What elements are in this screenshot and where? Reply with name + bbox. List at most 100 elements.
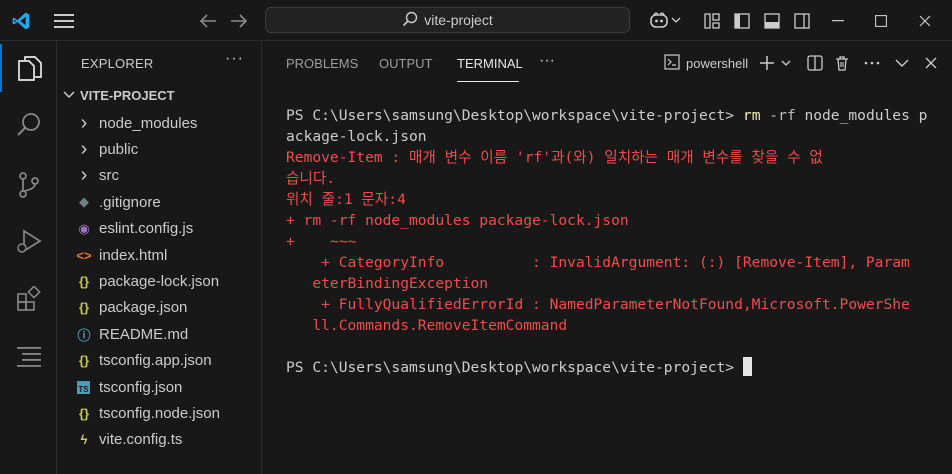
command-name: rm	[742, 107, 761, 124]
tree-item-label: README.md	[99, 325, 189, 343]
bottom-panel: PROBLEMS OUTPUT TERMINAL ··· powershell …	[262, 41, 952, 474]
tree-item-label: tsconfig.node.json	[99, 404, 220, 422]
git-icon: ◆	[79, 194, 89, 210]
tab-terminal[interactable]: TERMINAL	[457, 56, 523, 71]
shell-label: powershell	[686, 55, 749, 71]
explorer-more-actions[interactable]: ···	[225, 50, 244, 68]
activity-bar	[0, 41, 57, 474]
chevron-down-icon	[62, 88, 76, 103]
tree-item[interactable]: › public	[57, 136, 261, 162]
tree-item[interactable]: TS tsconfig.json	[57, 374, 261, 400]
command-flag: -rf	[769, 107, 796, 124]
chevron-down-icon[interactable]	[670, 12, 682, 28]
command-center-search[interactable]: vite-project	[265, 7, 630, 33]
terminal-icon	[664, 53, 680, 73]
json-icon: {}	[78, 300, 90, 316]
run-debug-icon[interactable]	[0, 217, 57, 265]
chevron-down-icon[interactable]	[779, 49, 793, 77]
tree-item[interactable]: ◆ .gitignore	[57, 189, 261, 215]
error-line: eterBindingException	[286, 275, 489, 292]
command-args-continued: ackage-lock.json	[286, 128, 427, 145]
error-line: + ~~~	[286, 233, 357, 250]
tree-item-label: tsconfig.app.json	[99, 352, 212, 370]
source-control-icon[interactable]	[0, 161, 57, 209]
command-args: node_modules p	[804, 107, 928, 124]
folder-header[interactable]: VITE-PROJECT	[62, 88, 175, 103]
error-line: + FullyQualifiedErrorId : NamedParameter…	[286, 296, 910, 313]
copilot-icon[interactable]	[647, 9, 671, 31]
tree-item[interactable]: {} tsconfig.app.json	[57, 348, 261, 374]
error-line: + rm -rf node_modules package-lock.json	[286, 212, 629, 229]
toggle-secondary-sidebar-icon[interactable]	[791, 10, 813, 32]
tree-item-label: src	[99, 167, 119, 185]
tree-item[interactable]: {} tsconfig.node.json	[57, 400, 261, 426]
terminal-output[interactable]: PS C:\Users\samsung\Desktop\workspace\vi…	[286, 105, 927, 378]
toggle-primary-sidebar-icon[interactable]	[731, 10, 753, 32]
explorer-title: EXPLORER	[81, 56, 154, 71]
panel-more-actions[interactable]: ···	[539, 52, 555, 70]
menu-icon[interactable]	[52, 10, 76, 32]
info-icon: ⓘ	[77, 327, 91, 343]
close-icon[interactable]	[914, 10, 936, 32]
error-line: 습니다.	[286, 170, 336, 187]
error-line: 위치 줄:1 문자:4	[286, 191, 406, 208]
json-icon: {}	[78, 273, 90, 289]
toggle-panel-icon[interactable]	[761, 10, 783, 32]
chevron-right-icon: ›	[80, 137, 88, 160]
terminal-prompt: PS C:\Users\samsung\Desktop\workspace\vi…	[286, 359, 735, 376]
minimize-icon[interactable]	[827, 10, 849, 32]
tree-item-label: index.html	[99, 246, 168, 264]
folder-name: VITE-PROJECT	[80, 88, 175, 103]
tree-item[interactable]: ◉ eslint.config.js	[57, 216, 261, 242]
tree-item-label: node_modules	[99, 114, 198, 132]
error-line: + CategoryInfo : InvalidArgument: (:) [R…	[286, 254, 910, 271]
title-bar: vite-project	[0, 0, 952, 41]
more-actions-icon[interactable]	[862, 49, 882, 77]
explorer-icon[interactable]	[0, 44, 57, 92]
search-text: vite-project	[424, 12, 493, 28]
error-line: ll.Commands.RemoveItemCommand	[286, 317, 568, 334]
forward-arrow-icon[interactable]	[228, 10, 250, 32]
active-tab-indicator	[457, 81, 519, 82]
tree-item[interactable]: <> index.html	[57, 242, 261, 268]
vscode-logo-icon[interactable]	[10, 10, 32, 32]
tree-item-label: vite.config.ts	[99, 431, 183, 449]
explorer-sidebar: EXPLORER ··· VITE-PROJECT › node_modules ›…	[57, 41, 262, 474]
tree-item-label: tsconfig.json	[99, 378, 183, 396]
close-panel-icon[interactable]	[921, 49, 941, 77]
tree-item-label: eslint.config.js	[99, 220, 194, 238]
tree-item-label: package.json	[99, 299, 188, 317]
search-icon[interactable]	[0, 101, 57, 149]
vite-icon: ϟ	[80, 432, 88, 448]
tree-item-label: .gitignore	[99, 193, 161, 211]
tree-item[interactable]: ⓘ README.md	[57, 321, 261, 347]
tree-item[interactable]: {} package.json	[57, 295, 261, 321]
outline-list-icon[interactable]	[0, 333, 57, 381]
tree-item[interactable]: {} package-lock.json	[57, 268, 261, 294]
trash-icon[interactable]	[832, 49, 852, 77]
tree-item-label: package-lock.json	[99, 272, 220, 290]
collapse-panel-icon[interactable]	[892, 49, 912, 77]
eslint-icon: ◉	[78, 220, 90, 236]
tree-item[interactable]: › node_modules	[57, 110, 261, 136]
html-icon: <>	[76, 247, 92, 263]
json-icon: {}	[78, 353, 90, 369]
back-arrow-icon[interactable]	[197, 10, 219, 32]
tab-problems[interactable]: PROBLEMS	[286, 56, 358, 71]
chevron-right-icon: ›	[80, 111, 88, 134]
split-terminal-icon[interactable]	[805, 49, 825, 77]
error-line: Remove-Item : 매개 변수 이름 'rf'과(와) 일치하는 매개 …	[286, 149, 823, 166]
new-terminal-icon[interactable]	[758, 49, 776, 77]
terminal-profile[interactable]: powershell	[664, 49, 756, 77]
customize-layout-icon[interactable]	[701, 10, 723, 32]
extensions-icon[interactable]	[0, 275, 57, 323]
tree-item-label: public	[99, 140, 139, 158]
tab-output[interactable]: OUTPUT	[379, 56, 432, 71]
typescript-icon: TS	[77, 380, 90, 394]
tree-item[interactable]: › src	[57, 163, 261, 189]
maximize-icon[interactable]	[870, 10, 892, 32]
tree-item[interactable]: ϟ vite.config.ts	[57, 427, 261, 453]
chevron-right-icon: ›	[80, 164, 88, 187]
terminal-cursor	[742, 357, 752, 376]
search-icon	[402, 11, 418, 30]
